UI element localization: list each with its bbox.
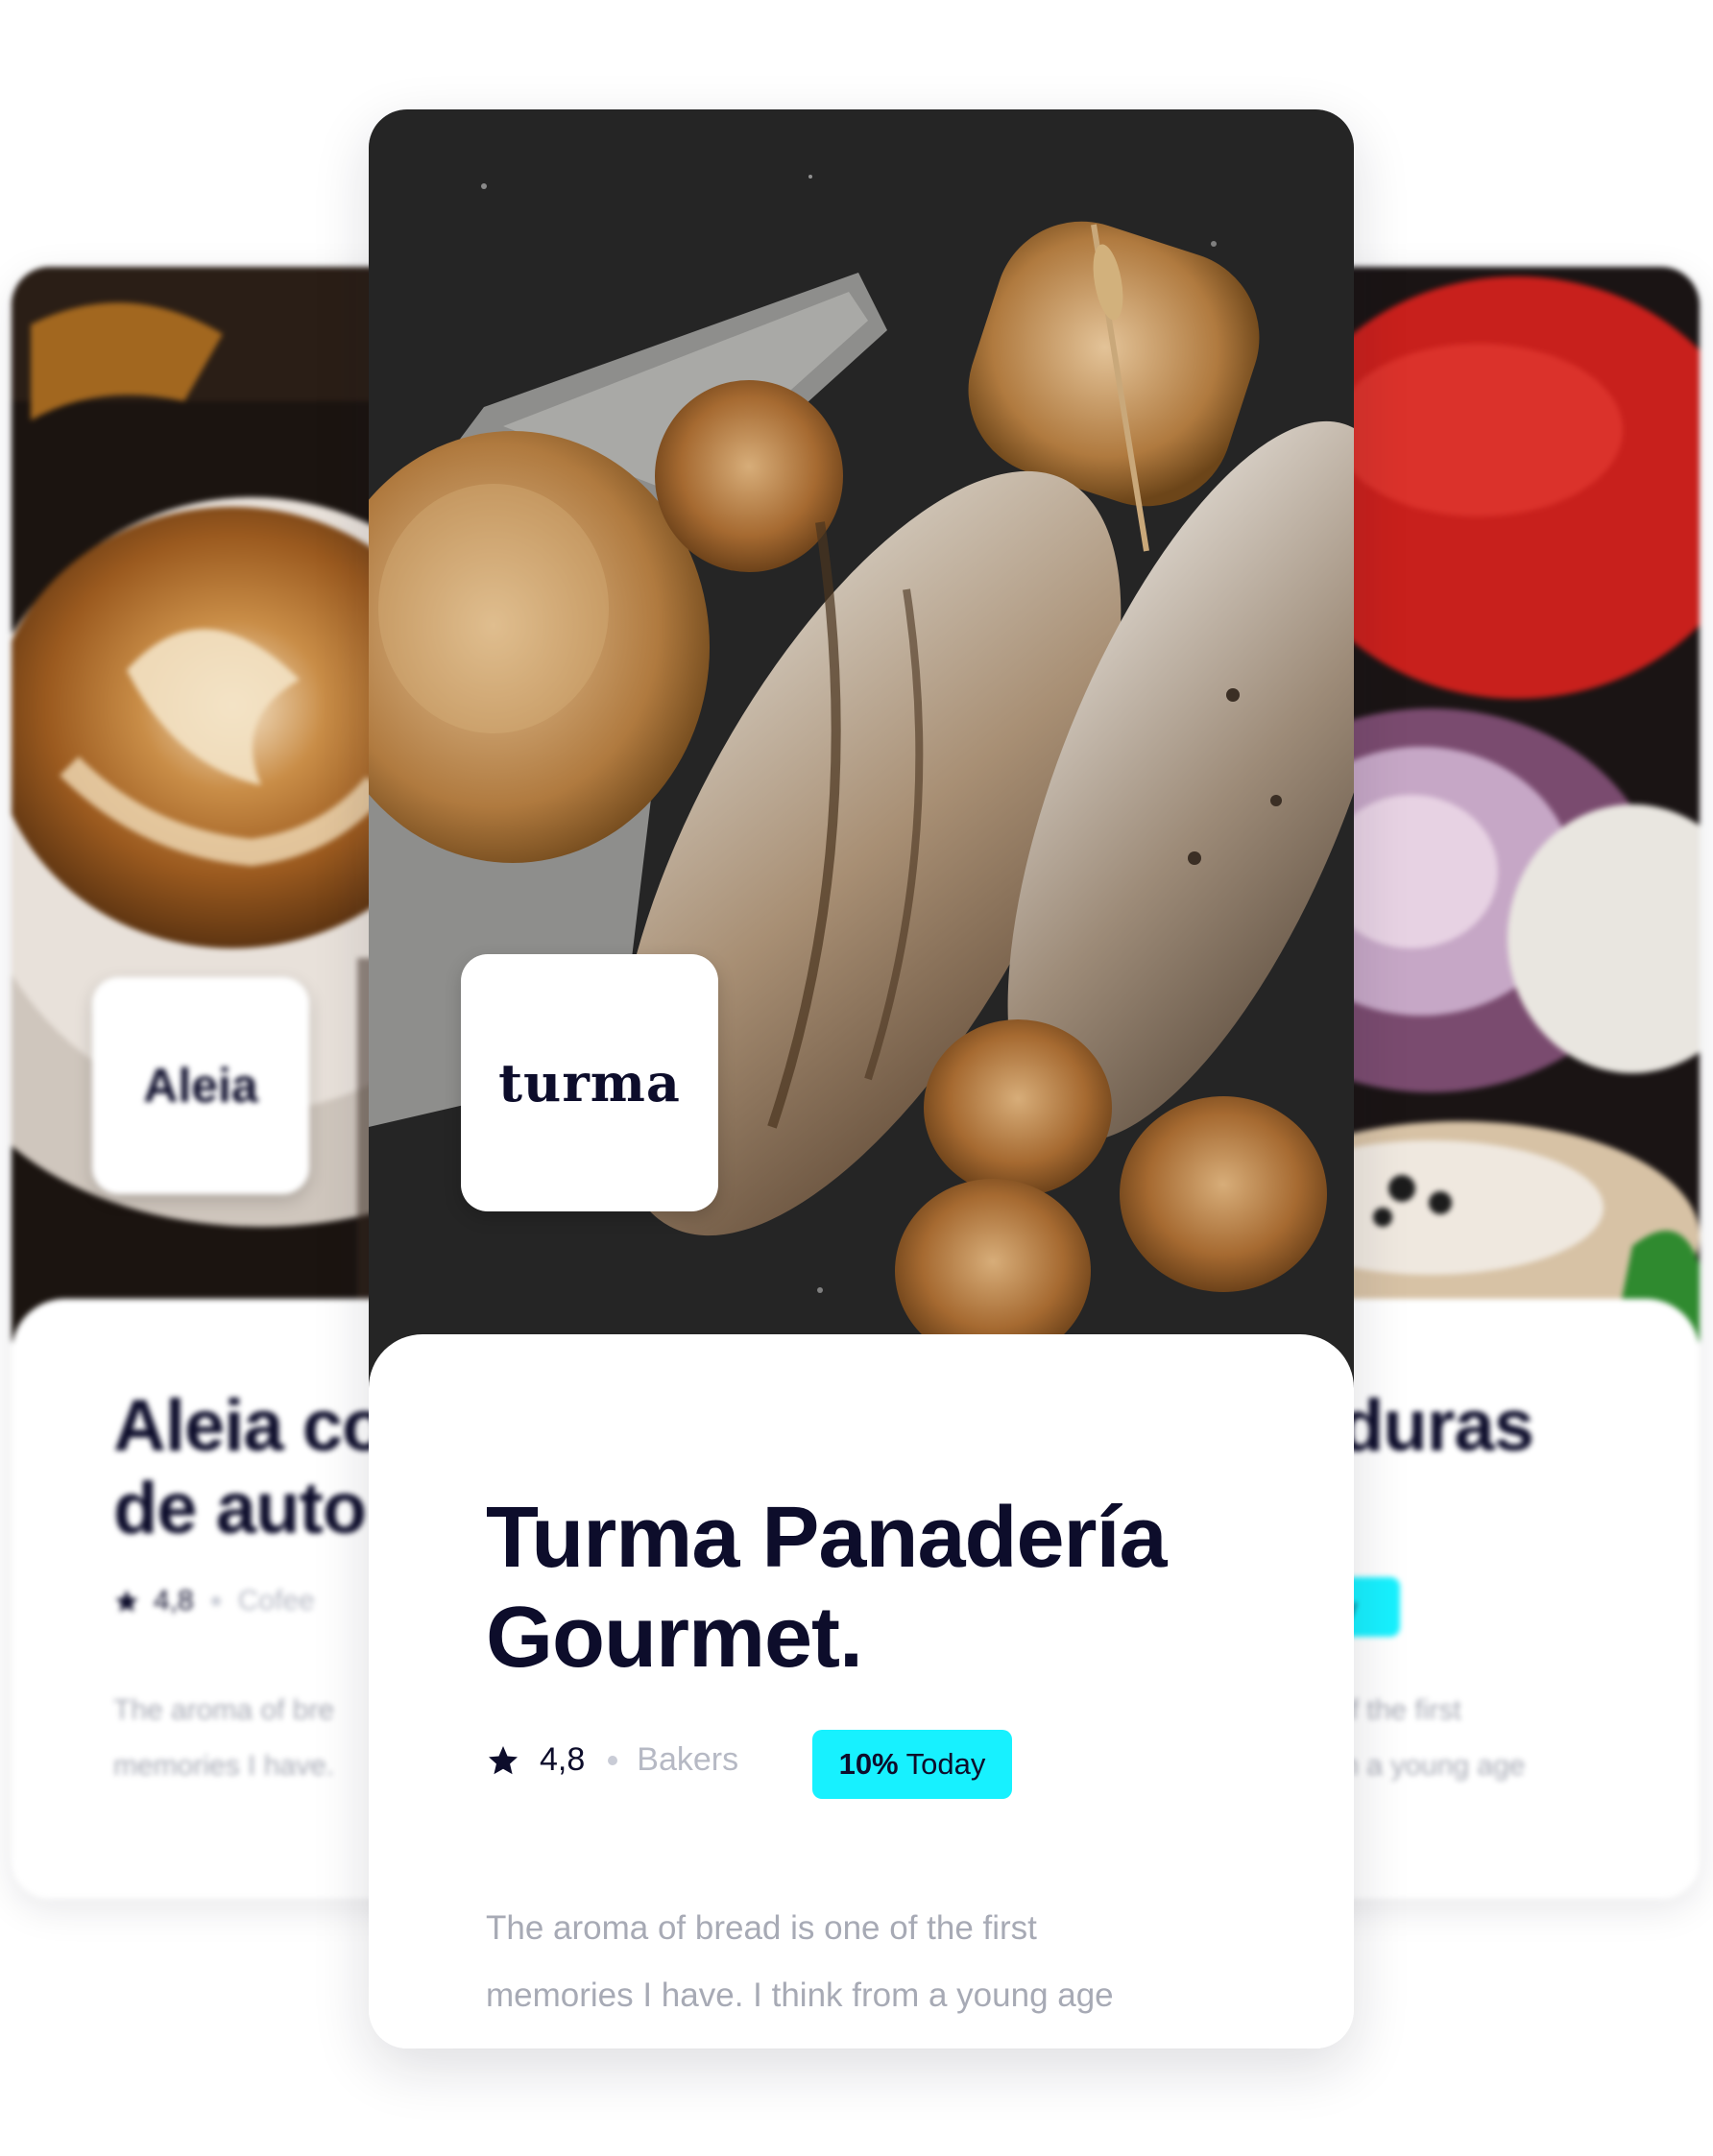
desc-line-2: memories I have. I think from a young ag… — [486, 1976, 1114, 2014]
discount-badge: 10% Today — [812, 1730, 1012, 1799]
separator-dot — [608, 1755, 618, 1765]
star-icon — [489, 1745, 518, 1774]
rating-value: 4,8 — [540, 1741, 586, 1778]
card-description: of the first m a young age — [1335, 1683, 1700, 1794]
card-title: Turma Panadería Gourmet. — [486, 1488, 1331, 1688]
desc-line-2: m a young age — [1335, 1750, 1526, 1782]
card-info-panel: Turma Panadería Gourmet. 4,8 Bakers 10% … — [369, 1334, 1354, 2048]
title-line-1: Turma Panadería — [486, 1490, 1168, 1586]
brand-logo-aleia: Aleia — [92, 977, 309, 1194]
separator-dot — [210, 1596, 221, 1606]
category-label: Cofee — [237, 1585, 315, 1617]
star-icon — [115, 1590, 138, 1613]
store-card-turma[interactable]: turma Turma Panadería Gourmet. 4,8 Baker… — [369, 109, 1354, 2048]
title-line-2: Gourmet. — [486, 1590, 863, 1686]
card-title: duras — [1339, 1385, 1700, 1468]
card-meta: 4,8 Bakers — [486, 1741, 738, 1779]
desc-line-1: of the first — [1335, 1694, 1461, 1726]
category-label: Bakers — [637, 1741, 739, 1778]
title-line-1: duras — [1339, 1385, 1534, 1467]
discount-percent: 10% — [838, 1747, 899, 1781]
card-meta: 4,8 Cofee — [113, 1585, 315, 1617]
desc-line-1: The aroma of bread is one of the first — [486, 1909, 1037, 1947]
brand-logo-turma: turma — [461, 954, 718, 1211]
discount-label: Today — [898, 1747, 986, 1781]
card-description: The aroma of bread is one of the first m… — [486, 1895, 1331, 2029]
rating-value: 4,8 — [154, 1585, 194, 1617]
